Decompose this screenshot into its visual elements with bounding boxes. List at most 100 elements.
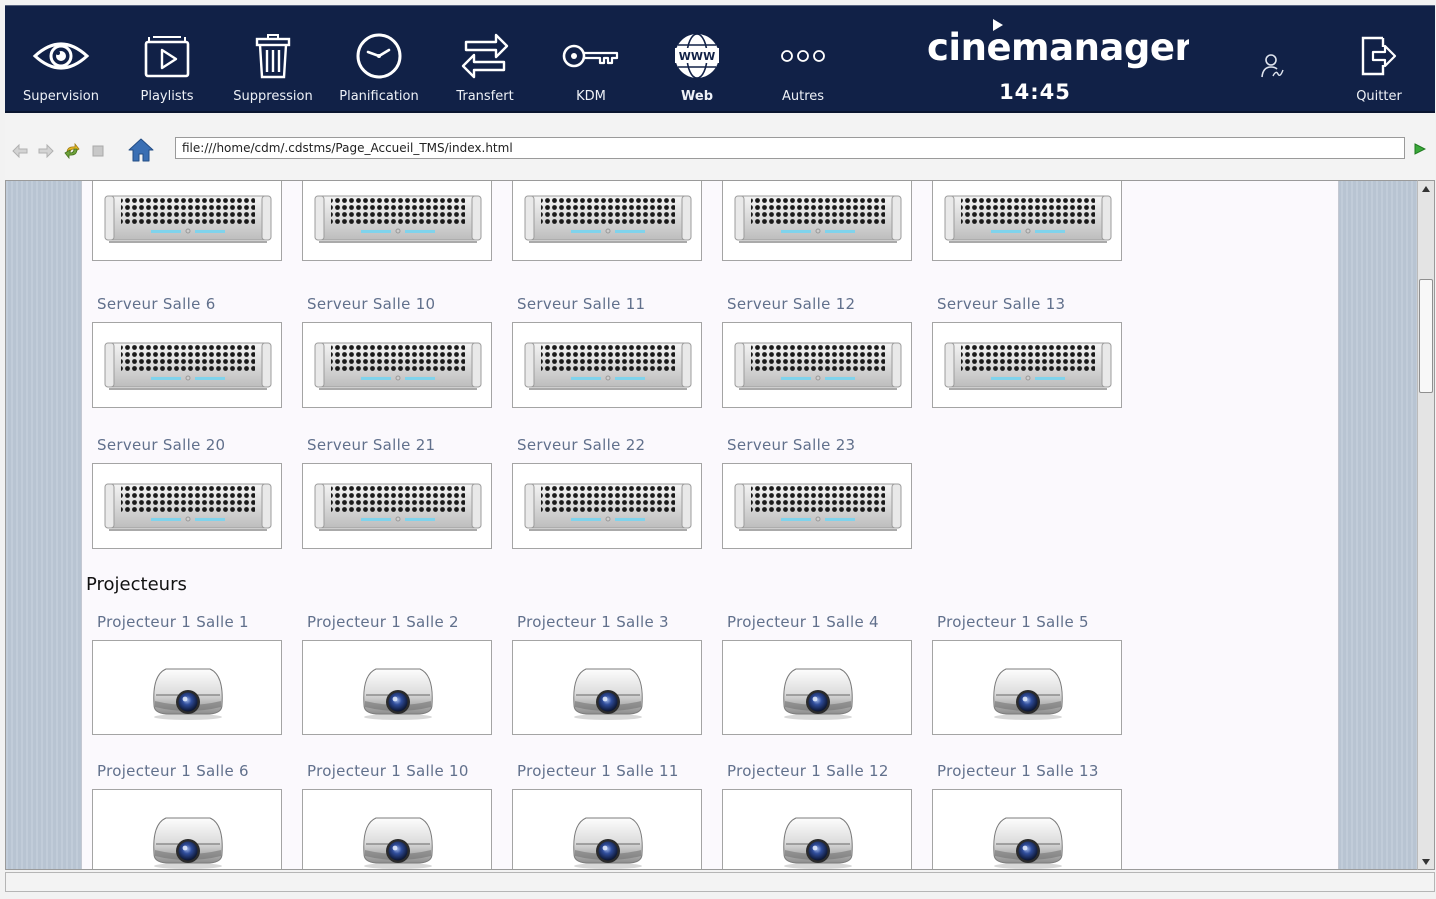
server-label[interactable]: Serveur Salle 23 (727, 436, 855, 454)
projector-tile[interactable] (302, 789, 492, 870)
projector-label[interactable]: Projecteur 1 Salle 13 (937, 762, 1099, 780)
nav-label: Playlists (140, 89, 194, 104)
nav-label: Autres (781, 89, 825, 104)
scroll-up-button[interactable] (1418, 181, 1434, 196)
projector-image (778, 657, 858, 721)
projector-tile[interactable] (512, 640, 702, 735)
exit-icon (1349, 28, 1409, 84)
home-icon (128, 138, 154, 162)
server-label[interactable]: Serveur Salle 10 (307, 295, 435, 313)
server-image (523, 478, 693, 534)
clock-display: 14:45 (999, 80, 1071, 104)
server-image (313, 337, 483, 393)
server-label[interactable]: Serveur Salle 12 (727, 295, 855, 313)
projector-label[interactable]: Projecteur 1 Salle 6 (97, 762, 249, 780)
projector-tile[interactable] (302, 640, 492, 735)
projector-image (148, 657, 228, 721)
scroll-down-button[interactable] (1418, 854, 1434, 869)
stop-icon (92, 145, 104, 157)
browser-toolbar (5, 116, 1435, 180)
projector-image (988, 657, 1068, 721)
url-input[interactable] (175, 137, 1405, 159)
server-image (103, 190, 273, 246)
server-tile[interactable] (302, 181, 492, 261)
projector-label[interactable]: Projecteur 1 Salle 2 (307, 613, 459, 631)
home-button[interactable] (127, 136, 155, 164)
more-dots-icon (773, 28, 833, 84)
vertical-scrollbar[interactable] (1417, 180, 1435, 870)
projector-image (778, 806, 858, 870)
nav-supervision[interactable]: Supervision (8, 6, 114, 114)
server-tile[interactable] (722, 463, 912, 549)
server-image (943, 337, 1113, 393)
top-navigation-bar: Supervision Playlists Suppression Planif… (5, 5, 1435, 113)
server-image (103, 337, 273, 393)
forward-button[interactable] (35, 140, 57, 162)
projector-image (358, 806, 438, 870)
projector-image (568, 657, 648, 721)
eye-icon (31, 28, 91, 84)
server-tile[interactable] (92, 181, 282, 261)
server-label[interactable]: Serveur Salle 13 (937, 295, 1065, 313)
server-tile[interactable] (722, 322, 912, 408)
nav-quitter[interactable]: Quitter (1326, 6, 1432, 114)
back-button[interactable] (9, 140, 31, 162)
nav-transfert[interactable]: Transfert (432, 6, 538, 114)
server-tile[interactable] (932, 181, 1122, 261)
user-signature-button[interactable] (1245, 42, 1301, 90)
nav-kdm[interactable]: KDM (538, 6, 644, 114)
back-arrow-icon (12, 144, 28, 158)
svg-text:WWW: WWW (679, 50, 715, 63)
stop-button[interactable] (87, 140, 109, 162)
server-tile[interactable] (512, 322, 702, 408)
nav-web[interactable]: WWW Web (644, 6, 750, 114)
clock-icon (349, 28, 409, 84)
server-label[interactable]: Serveur Salle 6 (97, 295, 216, 313)
projector-label[interactable]: Projecteur 1 Salle 11 (517, 762, 679, 780)
projector-image (568, 806, 648, 870)
trash-icon (243, 28, 303, 84)
projector-tile[interactable] (932, 789, 1122, 869)
projector-label[interactable]: Projecteur 1 Salle 1 (97, 613, 249, 631)
projector-label[interactable]: Projecteur 1 Salle 10 (307, 762, 469, 780)
projector-label[interactable]: Projecteur 1 Salle 12 (727, 762, 889, 780)
nav-label: Transfert (456, 89, 514, 104)
scrollbar-thumb[interactable] (1419, 279, 1433, 393)
server-image (313, 478, 483, 534)
projector-tile[interactable] (722, 789, 912, 870)
server-label[interactable]: Serveur Salle 11 (517, 295, 645, 313)
forward-arrow-icon (38, 144, 54, 158)
nav-planification[interactable]: Planification (326, 6, 432, 114)
nav-label: Quitter (1356, 89, 1402, 104)
go-button[interactable] (1411, 140, 1429, 158)
web-view: Serveur Salle 6 Serveur Salle 10 Serveur… (5, 180, 1417, 870)
projector-label[interactable]: Projecteur 1 Salle 4 (727, 613, 879, 631)
projector-tile[interactable] (722, 640, 912, 735)
projector-label[interactable]: Projecteur 1 Salle 5 (937, 613, 1089, 631)
nav-playlists[interactable]: Playlists (114, 6, 220, 114)
nav-autres[interactable]: Autres (750, 6, 856, 114)
server-tile[interactable] (302, 463, 492, 549)
server-label[interactable]: Serveur Salle 20 (97, 436, 225, 454)
scroll-up-arrow-icon (1422, 185, 1430, 192)
tms-home-page: Serveur Salle 6 Serveur Salle 10 Serveur… (81, 181, 1339, 870)
nav-suppression[interactable]: Suppression (220, 6, 326, 114)
server-tile[interactable] (92, 322, 282, 408)
globe-www-icon: WWW (667, 28, 727, 84)
projector-label[interactable]: Projecteur 1 Salle 3 (517, 613, 669, 631)
projector-tile[interactable] (92, 789, 282, 869)
brand-text: cinemanager (927, 26, 1189, 69)
reload-button[interactable] (61, 140, 83, 162)
server-tile[interactable] (92, 463, 282, 549)
server-tile[interactable] (512, 181, 702, 261)
server-label[interactable]: Serveur Salle 22 (517, 436, 645, 454)
server-tile[interactable] (932, 322, 1122, 408)
server-tile[interactable] (722, 181, 912, 261)
projector-tile[interactable] (932, 640, 1122, 735)
server-tile[interactable] (302, 322, 492, 408)
reload-icon (64, 143, 80, 159)
server-label[interactable]: Serveur Salle 21 (307, 436, 435, 454)
projector-tile[interactable] (512, 789, 702, 870)
server-tile[interactable] (512, 463, 702, 549)
projector-tile[interactable] (92, 640, 282, 735)
